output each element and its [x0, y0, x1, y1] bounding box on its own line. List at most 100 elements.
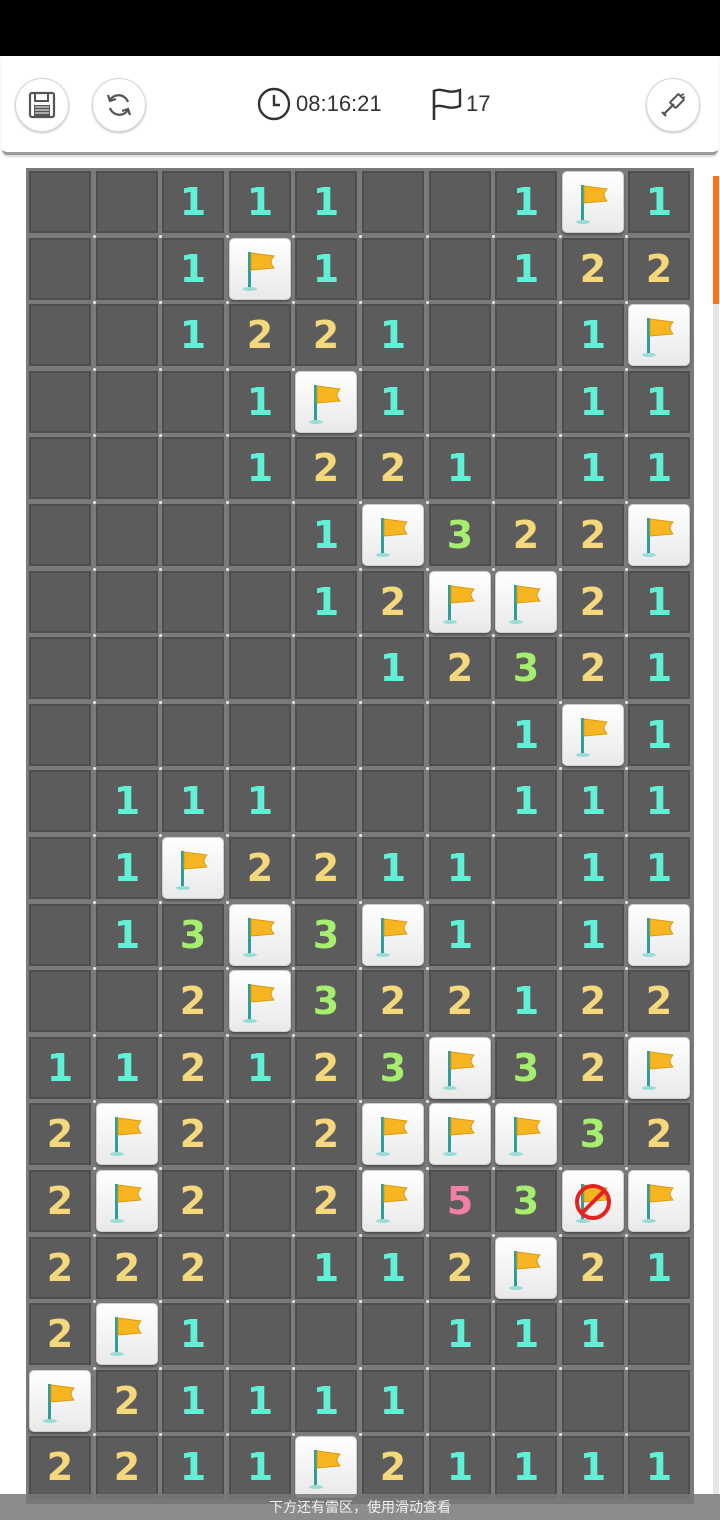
cell-flagged[interactable] [362, 1103, 424, 1165]
cell-flagged[interactable] [162, 837, 224, 899]
cell-number[interactable]: 1 [562, 1303, 624, 1365]
cell-number[interactable]: 1 [495, 970, 557, 1032]
cell-empty[interactable] [495, 1370, 557, 1432]
cell-flagged[interactable] [628, 504, 690, 566]
cell-empty[interactable] [495, 837, 557, 899]
cell-empty[interactable] [295, 770, 357, 832]
cell-number[interactable]: 1 [562, 904, 624, 966]
cell-number[interactable]: 1 [429, 904, 491, 966]
cell-number[interactable]: 1 [562, 770, 624, 832]
cell-number[interactable]: 1 [495, 171, 557, 233]
cell-number[interactable]: 1 [628, 704, 690, 766]
cell-number[interactable]: 1 [429, 837, 491, 899]
cell-empty[interactable] [562, 1370, 624, 1432]
cell-number[interactable]: 2 [362, 437, 424, 499]
cell-number[interactable]: 1 [495, 1303, 557, 1365]
cell-number[interactable]: 1 [229, 371, 291, 433]
cell-number[interactable]: 1 [429, 437, 491, 499]
cell-number[interactable]: 2 [628, 1103, 690, 1165]
cell-flagged[interactable] [562, 704, 624, 766]
cell-empty[interactable] [295, 1303, 357, 1365]
cell-number[interactable]: 2 [562, 970, 624, 1032]
cell-number[interactable]: 1 [495, 770, 557, 832]
cell-unopened[interactable] [96, 504, 158, 566]
cell-empty[interactable] [162, 504, 224, 566]
cell-number[interactable]: 3 [295, 904, 357, 966]
cell-number[interactable]: 2 [96, 1237, 158, 1299]
cell-number[interactable]: 3 [362, 1037, 424, 1099]
cell-empty[interactable] [162, 437, 224, 499]
cell-unopened[interactable] [96, 171, 158, 233]
cell-flagged[interactable] [495, 1103, 557, 1165]
cell-empty[interactable] [495, 904, 557, 966]
cell-empty[interactable] [628, 1370, 690, 1432]
cell-number[interactable]: 2 [295, 1103, 357, 1165]
cell-number[interactable]: 2 [562, 504, 624, 566]
cell-number[interactable]: 1 [96, 837, 158, 899]
cell-empty[interactable] [495, 437, 557, 499]
cell-unopened[interactable] [29, 371, 91, 433]
cell-number[interactable]: 1 [562, 371, 624, 433]
cell-number[interactable]: 2 [162, 1237, 224, 1299]
cell-empty[interactable] [429, 238, 491, 300]
cell-number[interactable]: 1 [562, 437, 624, 499]
cell-number[interactable]: 2 [96, 1370, 158, 1432]
cell-unopened[interactable] [29, 304, 91, 366]
cell-number[interactable]: 2 [495, 504, 557, 566]
cell-empty[interactable] [362, 238, 424, 300]
cell-number[interactable]: 1 [362, 837, 424, 899]
cell-number[interactable]: 1 [162, 1303, 224, 1365]
cell-number[interactable]: 5 [429, 1170, 491, 1232]
cell-flagged[interactable] [628, 1037, 690, 1099]
cell-empty[interactable] [295, 704, 357, 766]
cell-number[interactable]: 1 [162, 1370, 224, 1432]
cell-number[interactable]: 2 [29, 1103, 91, 1165]
dig-mode-button[interactable] [646, 78, 700, 132]
cell-unopened[interactable] [96, 304, 158, 366]
cell-empty[interactable] [29, 770, 91, 832]
cell-empty[interactable] [362, 1303, 424, 1365]
cell-empty[interactable] [162, 704, 224, 766]
cell-number[interactable]: 1 [229, 1037, 291, 1099]
cell-number[interactable]: 1 [295, 1237, 357, 1299]
cell-empty[interactable] [229, 637, 291, 699]
cell-unopened[interactable] [96, 571, 158, 633]
cell-number[interactable]: 2 [29, 1303, 91, 1365]
cell-number[interactable]: 1 [628, 1237, 690, 1299]
cell-number[interactable]: 1 [362, 1370, 424, 1432]
cell-unopened[interactable] [29, 437, 91, 499]
cell-number[interactable]: 1 [162, 171, 224, 233]
cell-empty[interactable] [29, 904, 91, 966]
cell-empty[interactable] [29, 970, 91, 1032]
cell-number[interactable]: 3 [162, 904, 224, 966]
cell-flagged[interactable] [562, 171, 624, 233]
cell-empty[interactable] [229, 571, 291, 633]
cell-number[interactable]: 1 [162, 770, 224, 832]
cell-number[interactable]: 1 [229, 1370, 291, 1432]
cell-number[interactable]: 2 [96, 1436, 158, 1498]
cell-number[interactable]: 1 [295, 171, 357, 233]
cell-number[interactable]: 1 [96, 1037, 158, 1099]
cell-number[interactable]: 2 [162, 970, 224, 1032]
cell-wrong-flag[interactable] [562, 1170, 624, 1232]
cell-number[interactable]: 1 [229, 437, 291, 499]
cell-unopened[interactable] [96, 704, 158, 766]
cell-number[interactable]: 2 [628, 238, 690, 300]
cell-empty[interactable] [429, 770, 491, 832]
cell-flagged[interactable] [429, 1037, 491, 1099]
cell-empty[interactable] [229, 1237, 291, 1299]
cell-unopened[interactable] [29, 238, 91, 300]
cell-number[interactable]: 1 [229, 1436, 291, 1498]
cell-empty[interactable] [162, 571, 224, 633]
cell-empty[interactable] [362, 704, 424, 766]
cell-number[interactable]: 3 [495, 637, 557, 699]
cell-number[interactable]: 2 [29, 1237, 91, 1299]
cell-number[interactable]: 1 [429, 1436, 491, 1498]
cell-number[interactable]: 2 [562, 238, 624, 300]
scrollbar-thumb[interactable] [713, 176, 719, 304]
cell-number[interactable]: 1 [229, 770, 291, 832]
restart-button[interactable] [92, 78, 146, 132]
cell-flagged[interactable] [495, 571, 557, 633]
cell-flagged[interactable] [29, 1370, 91, 1432]
cell-unopened[interactable] [96, 371, 158, 433]
